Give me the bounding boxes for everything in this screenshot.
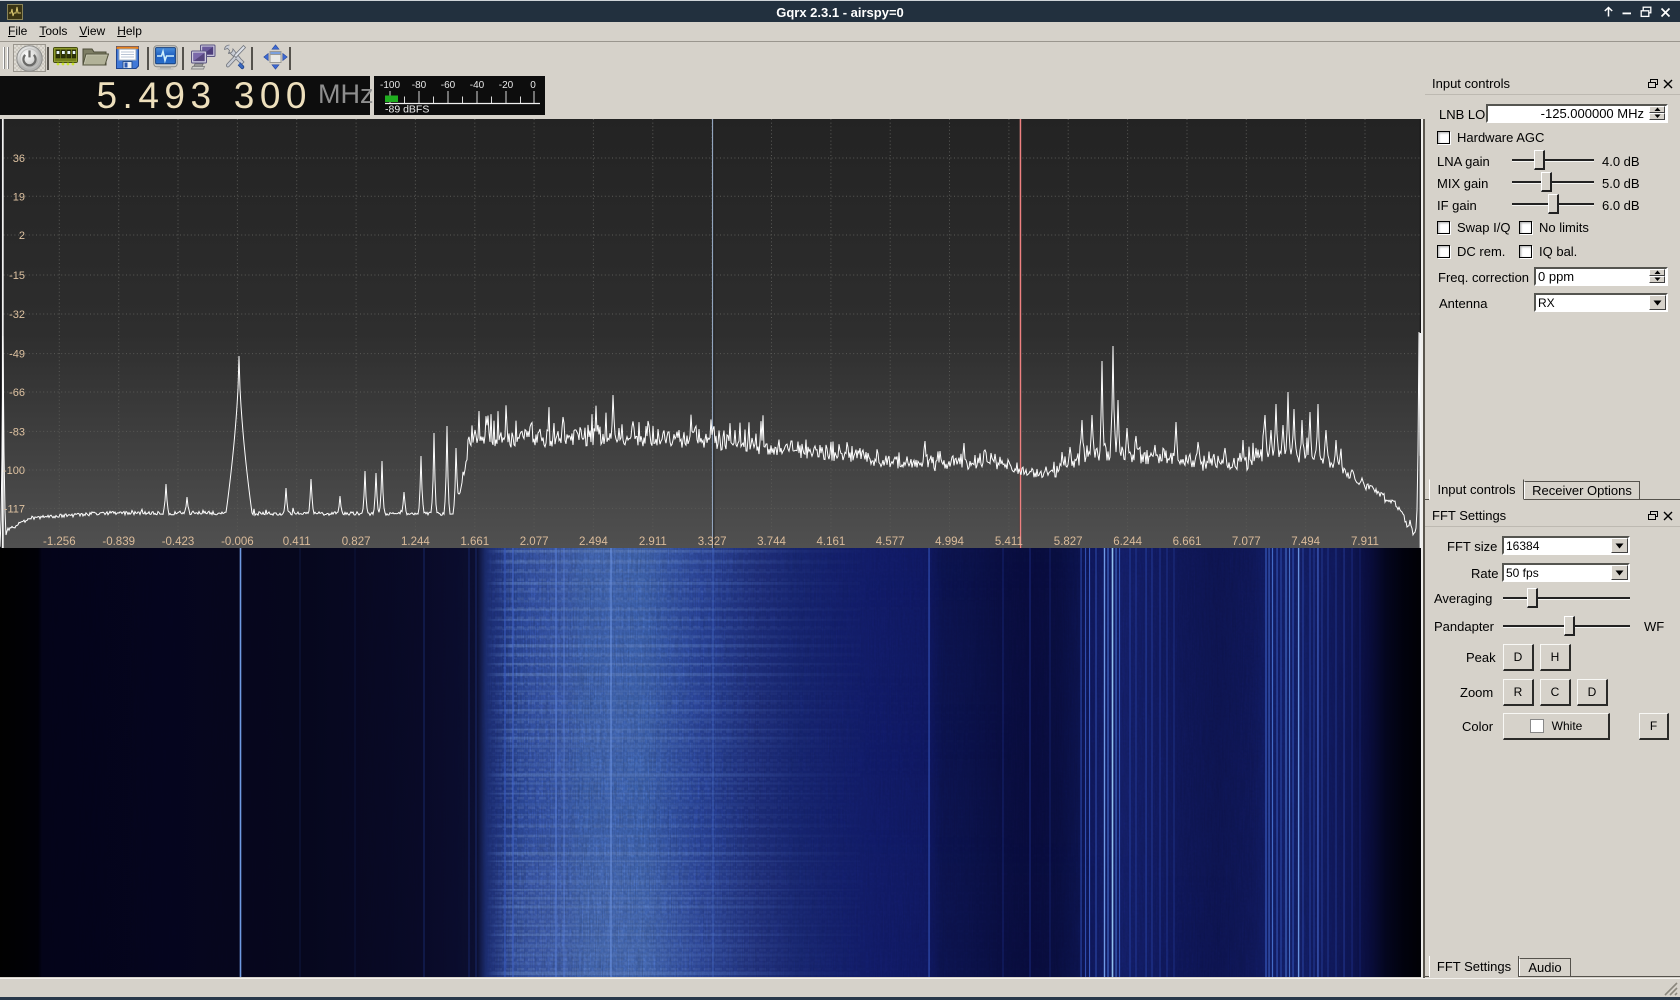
svg-text:-20: -20 [499,80,514,91]
svg-text:-0.839: -0.839 [102,536,135,548]
svg-text:4.994: 4.994 [935,536,964,548]
svg-text:2.494: 2.494 [579,536,608,548]
svg-text:5.827: 5.827 [1054,536,1083,548]
svg-text:5.411: 5.411 [995,536,1023,548]
svg-text:0: 0 [530,80,536,91]
svg-text:6.661: 6.661 [1173,536,1202,548]
svg-text:3.744: 3.744 [757,536,786,548]
svg-text:-100: -100 [380,80,400,91]
svg-text:2.077: 2.077 [520,536,549,548]
svg-text:1.244: 1.244 [401,536,430,548]
svg-text:7.494: 7.494 [1291,536,1320,548]
svg-text:4.161: 4.161 [817,536,846,548]
svg-text:-117: -117 [4,503,25,515]
svg-text:2.911: 2.911 [639,536,667,548]
svg-text:-15: -15 [9,270,25,282]
svg-text:-100: -100 [3,465,25,477]
svg-text:-66: -66 [9,387,25,399]
svg-text:-89 dBFS: -89 dBFS [385,104,429,116]
svg-text:-49: -49 [9,349,25,361]
svg-text:1.661: 1.661 [460,536,489,548]
svg-text:-40: -40 [470,80,485,91]
svg-text:4.577: 4.577 [876,536,905,548]
svg-text:19: 19 [13,191,25,203]
svg-text:3.327: 3.327 [698,536,727,548]
svg-text:7.077: 7.077 [1232,536,1261,548]
svg-text:36: 36 [13,153,25,165]
svg-text:7.911: 7.911 [1351,536,1379,548]
svg-text:-60: -60 [441,80,456,91]
svg-text:-32: -32 [9,309,25,321]
svg-text:-80: -80 [412,80,427,91]
svg-text:-0.423: -0.423 [162,536,195,548]
svg-text:-83: -83 [9,426,25,438]
svg-text:-0.006: -0.006 [221,536,254,548]
svg-text:6.244: 6.244 [1113,536,1142,548]
svg-text:2: 2 [19,230,25,242]
svg-text:0.827: 0.827 [342,536,371,548]
svg-text:-1.256: -1.256 [43,536,76,548]
svg-text:0.411: 0.411 [283,536,311,548]
